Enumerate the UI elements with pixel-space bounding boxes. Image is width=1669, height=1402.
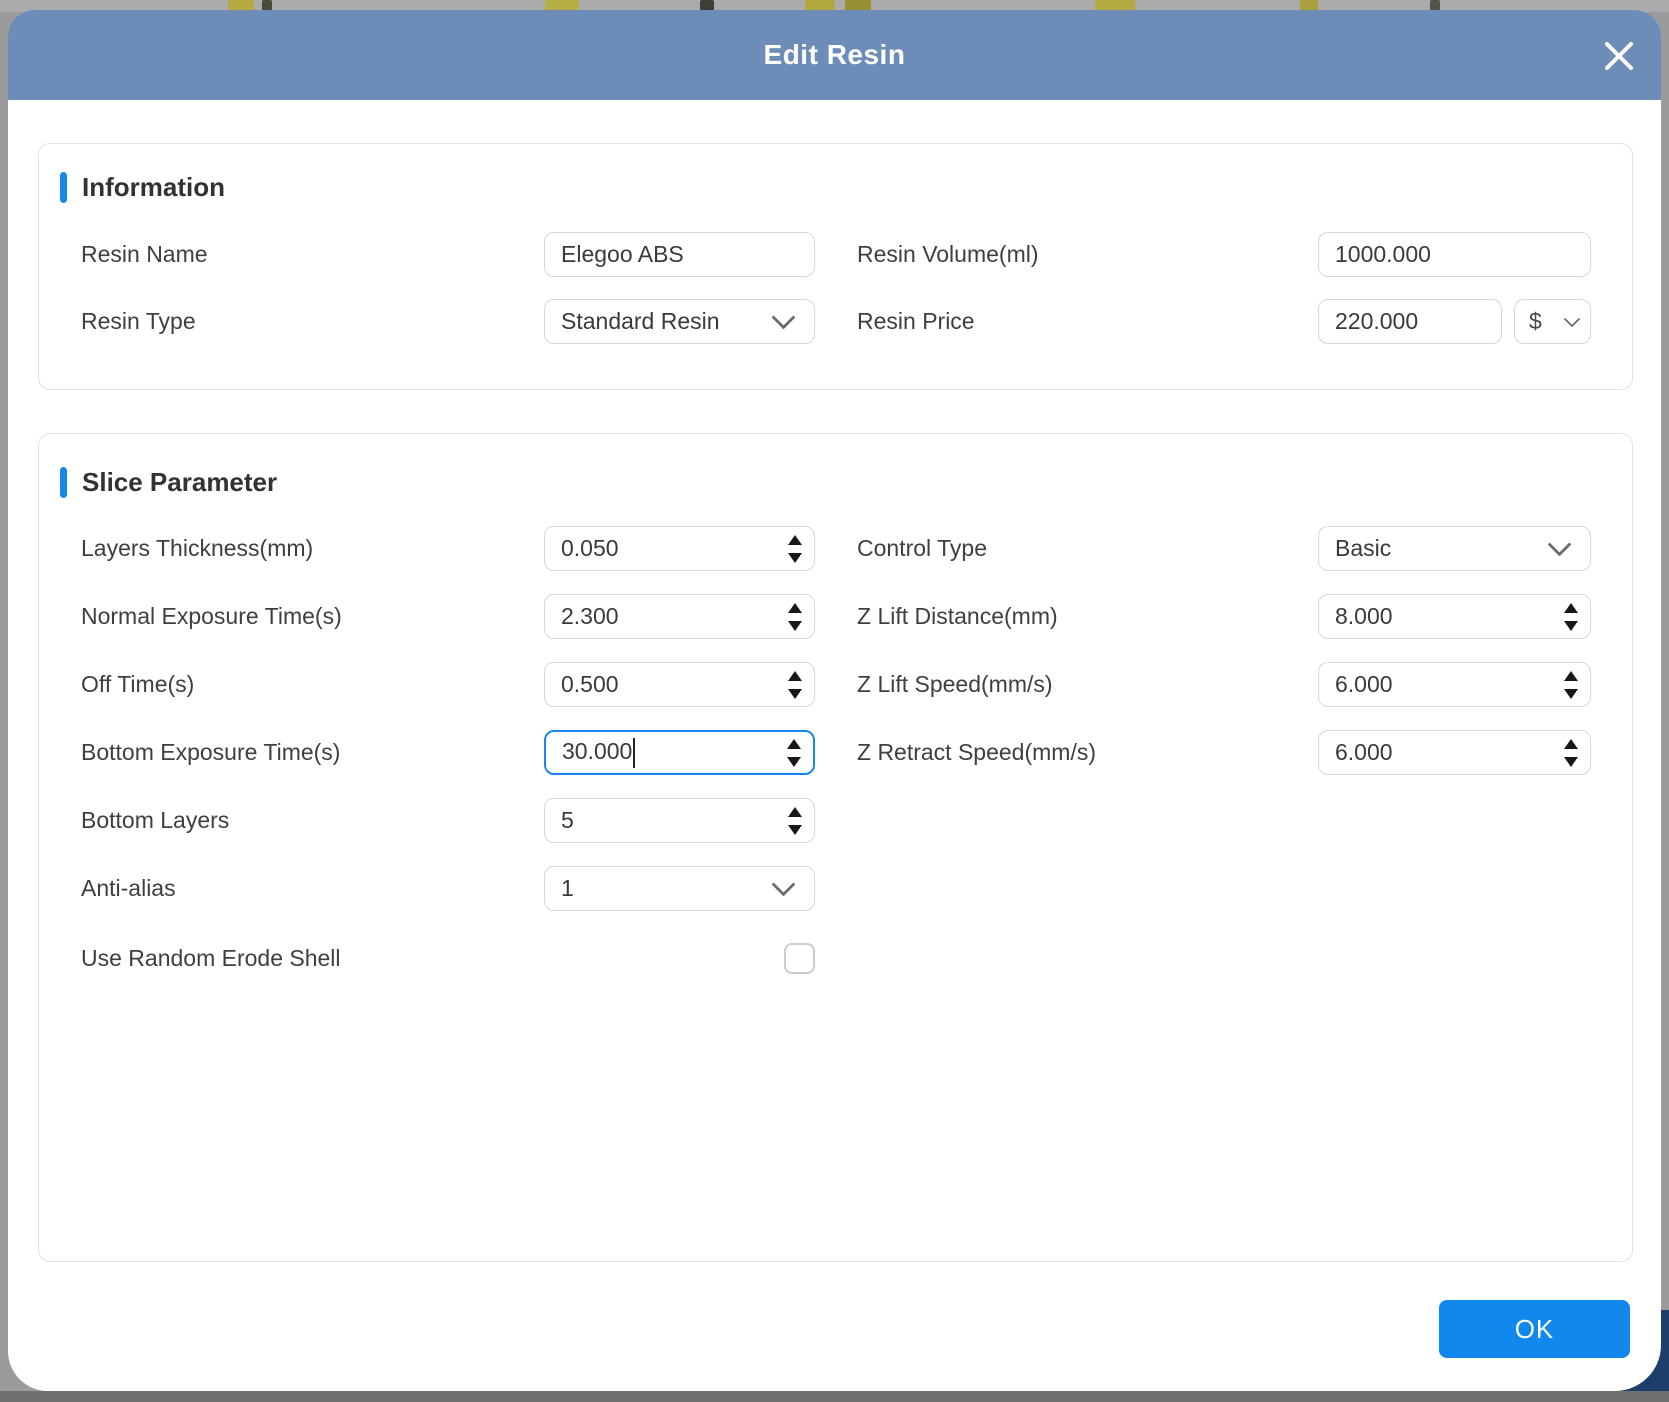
off-time-value: 0.500 xyxy=(561,671,619,697)
z-lift-speed-value: 6.000 xyxy=(1335,671,1393,697)
resin-name-label: Resin Name xyxy=(81,241,208,267)
anti-alias-value: 1 xyxy=(561,875,574,901)
resin-price-input[interactable] xyxy=(1318,299,1502,344)
triangle-down-icon[interactable] xyxy=(1564,756,1578,767)
use-random-erode-shell-checkbox[interactable] xyxy=(784,943,815,974)
spinner-controls xyxy=(787,732,801,773)
triangle-up-icon[interactable] xyxy=(788,602,802,613)
triangle-down-icon[interactable] xyxy=(1564,620,1578,631)
information-heading: Information xyxy=(82,172,225,202)
spinner-controls xyxy=(1564,731,1578,774)
resin-name-input[interactable] xyxy=(544,232,815,277)
resin-type-select[interactable]: Standard Resin xyxy=(544,299,815,344)
triangle-up-icon[interactable] xyxy=(1564,670,1578,681)
chevron-down-icon xyxy=(771,305,796,330)
spinner-controls xyxy=(1564,663,1578,706)
triangle-up-icon[interactable] xyxy=(788,534,802,545)
triangle-down-icon[interactable] xyxy=(788,620,802,631)
off-time-label: Off Time(s) xyxy=(81,671,195,697)
control-type-label: Control Type xyxy=(857,535,987,561)
z-lift-distance-spinner[interactable]: 8.000 xyxy=(1318,594,1591,639)
text-cursor xyxy=(633,737,636,768)
anti-alias-select[interactable]: 1 xyxy=(544,866,815,911)
z-lift-speed-label: Z Lift Speed(mm/s) xyxy=(857,671,1053,697)
bottom-layers-spinner[interactable]: 5 xyxy=(544,798,815,843)
bottom-layers-value: 5 xyxy=(561,807,574,833)
layers-thickness-label: Layers Thickness(mm) xyxy=(81,535,314,561)
erode-shell-label: Use Random Erode Shell xyxy=(81,945,341,971)
z-retract-speed-label: Z Retract Speed(mm/s) xyxy=(857,739,1096,765)
spinner-controls xyxy=(1564,595,1578,638)
normal-exposure-label: Normal Exposure Time(s) xyxy=(81,603,342,629)
normal-exposure-spinner[interactable]: 2.300 xyxy=(544,594,815,639)
triangle-down-icon[interactable] xyxy=(788,688,802,699)
z-retract-speed-value: 6.000 xyxy=(1335,739,1393,765)
z-lift-distance-value: 8.000 xyxy=(1335,603,1393,629)
spinner-controls xyxy=(788,595,802,638)
control-type-select[interactable]: Basic xyxy=(1318,526,1591,571)
information-section: Information Resin Name Resin Volume(ml) … xyxy=(38,143,1633,390)
bottom-exposure-value: 30.000 xyxy=(562,737,797,768)
chevron-down-icon xyxy=(1547,532,1572,557)
spinner-controls xyxy=(788,799,802,842)
triangle-up-icon[interactable] xyxy=(787,738,801,749)
triangle-up-icon[interactable] xyxy=(1564,738,1578,749)
section-accent-bar xyxy=(60,467,67,498)
chevron-down-icon xyxy=(1563,310,1581,327)
triangle-up-icon[interactable] xyxy=(788,806,802,817)
triangle-up-icon[interactable] xyxy=(1564,602,1578,613)
triangle-down-icon[interactable] xyxy=(788,552,802,563)
triangle-down-icon[interactable] xyxy=(788,824,802,835)
dialog-title: Edit Resin xyxy=(763,39,906,70)
background-app-bottom-strip xyxy=(0,1391,1669,1402)
spinner-controls xyxy=(788,527,802,570)
resin-type-value: Standard Resin xyxy=(561,308,720,334)
bottom-exposure-spinner[interactable]: 30.000 xyxy=(544,730,815,775)
resin-volume-label: Resin Volume(ml) xyxy=(857,241,1039,267)
triangle-up-icon[interactable] xyxy=(788,670,802,681)
currency-select[interactable]: $ xyxy=(1514,299,1591,344)
currency-value: $ xyxy=(1529,308,1542,334)
bottom-exposure-label: Bottom Exposure Time(s) xyxy=(81,739,341,765)
slice-parameter-section: Slice Parameter Layers Thickness(mm) 0.0… xyxy=(38,433,1633,1262)
layers-thickness-value: 0.050 xyxy=(561,535,619,561)
bottom-layers-label: Bottom Layers xyxy=(81,807,230,833)
control-type-value: Basic xyxy=(1335,535,1392,561)
off-time-spinner[interactable]: 0.500 xyxy=(544,662,815,707)
z-retract-speed-spinner[interactable]: 6.000 xyxy=(1318,730,1591,775)
chevron-down-icon xyxy=(771,872,796,897)
section-accent-bar xyxy=(60,172,67,203)
close-icon[interactable] xyxy=(1599,36,1639,76)
edit-resin-dialog: Edit Resin Information Resin Name Resin … xyxy=(8,10,1661,1391)
normal-exposure-value: 2.300 xyxy=(561,603,619,629)
resin-price-label: Resin Price xyxy=(857,308,975,334)
anti-alias-label: Anti-alias xyxy=(81,875,176,901)
z-lift-speed-spinner[interactable]: 6.000 xyxy=(1318,662,1591,707)
ok-button[interactable]: OK xyxy=(1439,1300,1630,1358)
resin-type-label: Resin Type xyxy=(81,308,196,334)
slice-parameter-heading: Slice Parameter xyxy=(82,467,278,497)
layers-thickness-spinner[interactable]: 0.050 xyxy=(544,526,815,571)
triangle-down-icon[interactable] xyxy=(1564,688,1578,699)
triangle-down-icon[interactable] xyxy=(787,756,801,767)
dialog-header: Edit Resin xyxy=(8,10,1661,100)
resin-volume-input[interactable] xyxy=(1318,232,1591,277)
spinner-controls xyxy=(788,663,802,706)
z-lift-distance-label: Z Lift Distance(mm) xyxy=(857,603,1058,629)
